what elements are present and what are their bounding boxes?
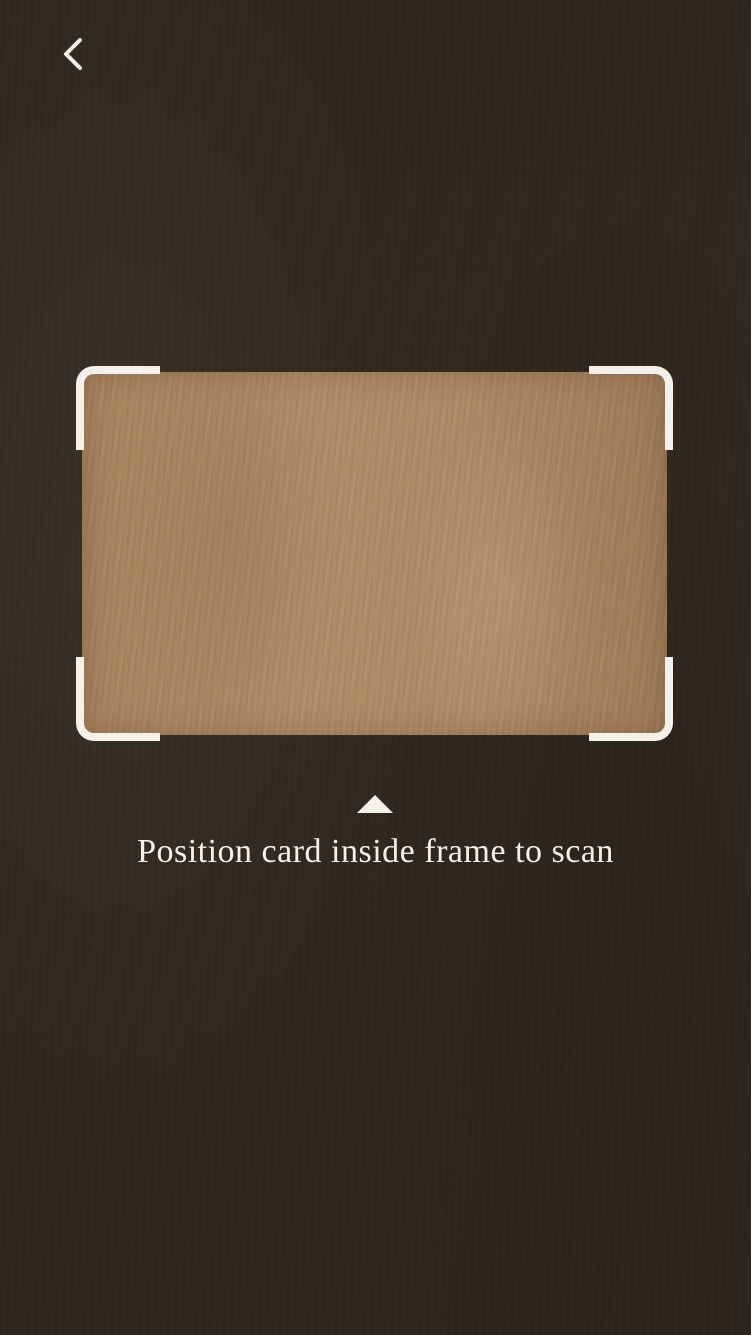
scan-instruction: Position card inside frame to scan xyxy=(137,833,614,870)
frame-corner-bottom-left xyxy=(76,657,160,741)
frame-corner-bottom-right xyxy=(589,657,673,741)
scan-frame xyxy=(76,366,673,741)
card-preview xyxy=(82,372,667,735)
chevron-left-icon xyxy=(64,38,82,70)
frame-corner-top-right xyxy=(589,366,673,450)
triangle-up-icon xyxy=(357,795,393,813)
scan-screen: Position card inside frame to scan xyxy=(0,0,751,1335)
frame-corner-top-left xyxy=(76,366,160,450)
back-button[interactable] xyxy=(52,32,96,76)
